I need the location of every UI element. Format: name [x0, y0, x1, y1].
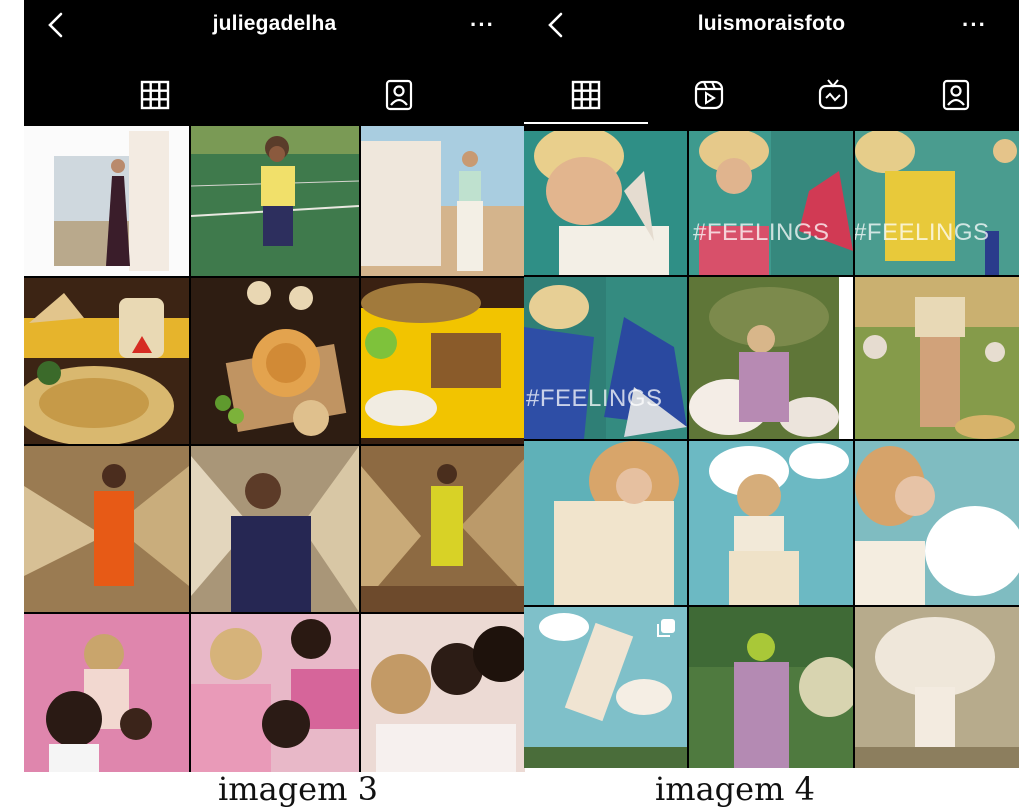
more-options-button[interactable]: ···: [470, 12, 495, 38]
post-thumbnail[interactable]: [24, 446, 189, 612]
profile-tabs: [24, 62, 525, 124]
post-grid: [24, 126, 525, 772]
profile-tabs: [524, 62, 1019, 124]
post-thumbnail[interactable]: [524, 441, 687, 605]
post-thumbnail[interactable]: [191, 278, 359, 444]
tagged-person-icon[interactable]: [939, 78, 973, 112]
image-caption-left: imagem 3: [218, 770, 378, 808]
active-tab-indicator: [524, 122, 648, 124]
post-thumbnail[interactable]: #FEELINGS: [524, 277, 687, 439]
image-caption-right: imagem 4: [655, 770, 815, 808]
more-options-button[interactable]: ···: [962, 12, 987, 38]
post-thumbnail[interactable]: [361, 278, 525, 444]
post-thumbnail[interactable]: [524, 607, 687, 768]
post-thumbnail[interactable]: #FEELINGS: [855, 131, 1019, 275]
post-thumbnail[interactable]: [689, 441, 853, 605]
reels-icon[interactable]: [692, 78, 726, 112]
post-thumbnail[interactable]: [855, 277, 1019, 439]
profile-header: luismoraisfoto ···: [524, 0, 1019, 50]
overlay-hashtag: #FEELINGS: [526, 385, 663, 412]
post-thumbnail[interactable]: [24, 126, 189, 276]
overlay-hashtag: #FEELINGS: [693, 219, 830, 246]
profile-header: juliegadelha ···: [24, 0, 525, 50]
post-thumbnail[interactable]: [191, 126, 359, 276]
profile-username: juliegadelha: [212, 12, 337, 35]
grid-icon[interactable]: [138, 78, 172, 112]
post-thumbnail[interactable]: [524, 131, 687, 275]
post-thumbnail[interactable]: [191, 614, 359, 772]
post-thumbnail[interactable]: [361, 446, 525, 612]
carousel-icon: [655, 617, 677, 639]
grid-icon[interactable]: [569, 78, 603, 112]
post-thumbnail[interactable]: [24, 614, 189, 772]
post-thumbnail[interactable]: [24, 278, 189, 444]
post-thumbnail[interactable]: [855, 441, 1019, 605]
post-thumbnail[interactable]: [361, 614, 525, 772]
overlay-hashtag: #FEELINGS: [855, 219, 990, 246]
igtv-icon[interactable]: [816, 78, 850, 112]
post-thumbnail[interactable]: [689, 277, 853, 439]
post-thumbnail[interactable]: [689, 607, 853, 768]
post-grid: #FEELINGS #FEELINGS #FEELINGS: [524, 131, 1019, 768]
post-thumbnail[interactable]: [361, 126, 525, 276]
instagram-profile-juliegadelha: juliegadelha ···: [24, 0, 525, 772]
instagram-profile-luismoraisfoto: luismoraisfoto ··· #FEELINGS #FEELINGS #…: [524, 0, 1019, 768]
tagged-person-icon[interactable]: [382, 78, 416, 112]
post-thumbnail[interactable]: [191, 446, 359, 612]
post-thumbnail[interactable]: #FEELINGS: [689, 131, 853, 275]
post-thumbnail[interactable]: [855, 607, 1019, 768]
profile-username: luismoraisfoto: [697, 12, 846, 35]
